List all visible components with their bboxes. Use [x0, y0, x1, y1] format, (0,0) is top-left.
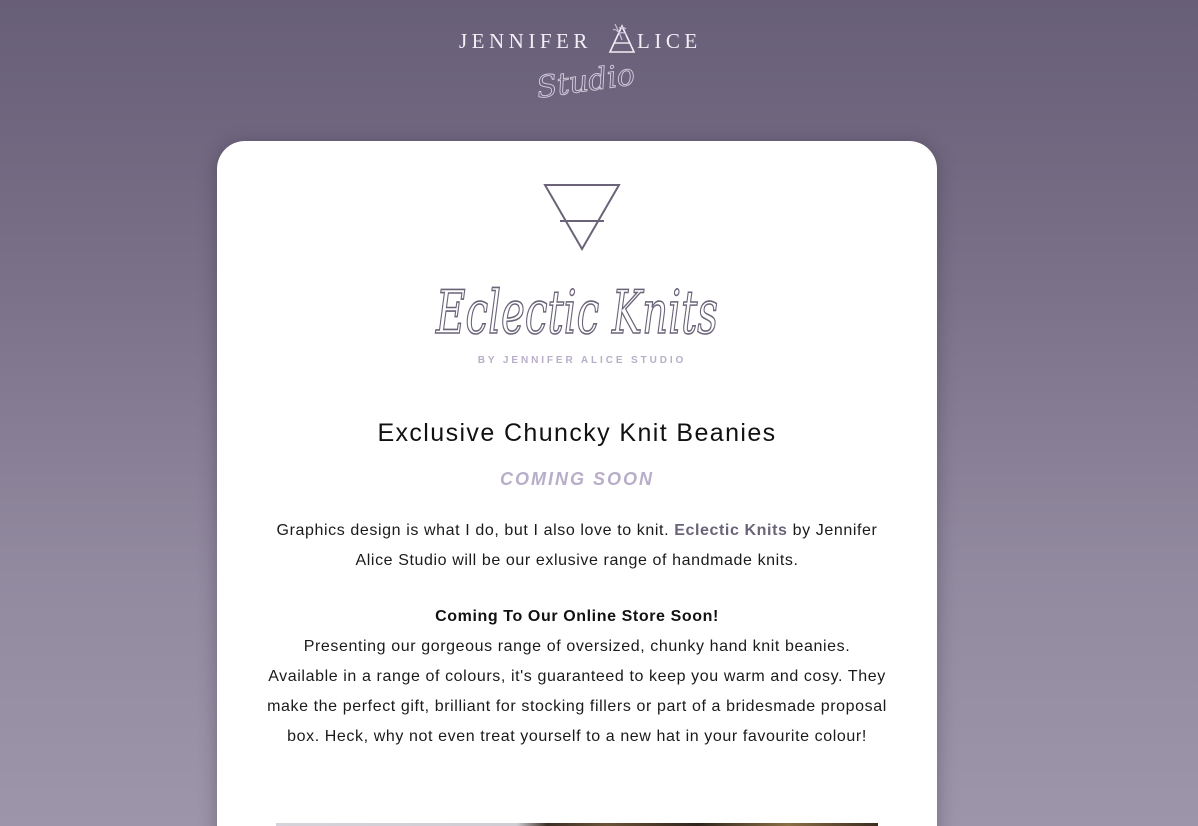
page-headline: Exclusive Chuncky Knit Beanies: [377, 419, 777, 447]
brand-tagline: BY JENNIFER ALICE STUDIO: [478, 355, 687, 366]
intro-text-start: Graphics design is what I do, but I also…: [276, 522, 670, 539]
store-paragraph: Coming To Our Online Store Soon! Presenti…: [267, 602, 887, 752]
brand-script-text: Eclectic Knits: [435, 278, 718, 348]
jennifer-alice-studio-logo[interactable]: JENNIFER LICE Studio: [455, 18, 705, 108]
eclectic-knits-logo: Eclectic Knits BY JENNIFER ALICE STUDIO: [435, 184, 719, 366]
triangle-a-icon: [608, 23, 636, 53]
content-card: Eclectic Knits BY JENNIFER ALICE STUDIO …: [217, 141, 937, 826]
inverted-triangle-icon: [543, 184, 621, 251]
logo-text-jennifer: JENNIFER: [459, 29, 592, 53]
store-heading: Coming To Our Online Store Soon!: [435, 608, 719, 625]
store-description: Presenting our gorgeous range of oversiz…: [267, 638, 887, 745]
intro-brand-name: Eclectic Knits: [674, 522, 788, 539]
coming-soon-label: COMING SOON: [499, 469, 654, 489]
logo-text-lice: LICE: [637, 29, 702, 53]
intro-paragraph: Graphics design is what I do, but I also…: [267, 516, 887, 576]
logo-text-studio: Studio: [534, 57, 637, 105]
